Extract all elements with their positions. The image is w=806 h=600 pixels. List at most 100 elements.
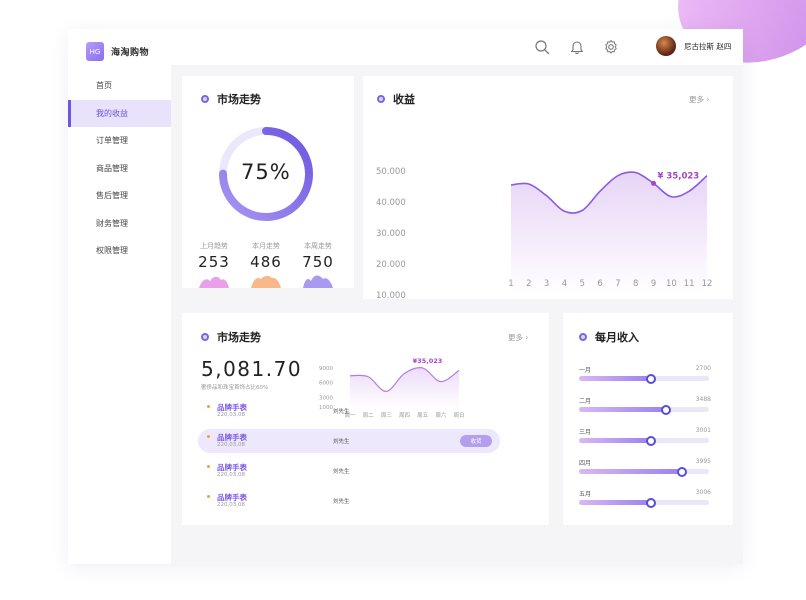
month-row-jan: 一月 2700 [579,365,711,387]
month-value: 3995 [695,458,711,465]
order-date: 220,03,08 [217,442,245,448]
x-tick-label: 8 [633,279,638,289]
sidebar-item-orders[interactable]: 订单管理 [68,127,171,154]
card-title-text: 市场走势 [217,93,261,106]
month-row-feb: 二月 3488 [579,396,711,418]
month-label: 四月 [579,460,592,467]
highlight-point[interactable] [651,180,657,186]
month-slider-track[interactable] [579,497,709,508]
sidebar-item-my-income[interactable]: 我的收益 [68,99,171,127]
month-slider-track[interactable] [579,404,709,415]
month-slider-handle[interactable] [645,373,656,384]
x-tick-label: 9 [651,279,656,289]
highlight-value-label: ¥35,023 [413,357,443,365]
month-slider-fill [579,407,667,412]
month-slider-handle[interactable] [676,466,687,477]
month-slider-handle[interactable] [661,404,672,415]
order-date: 220,03,08 [217,502,245,508]
stat-label: 上月趋势 [200,242,228,250]
sidebar: HG 海淘购物 首页 我的收益 订单管理 商品管理 售后管理 财务管理 权限管理 [68,29,171,564]
order-date: 220,03,08 [217,412,245,418]
y-tick-label: 10.000 [376,291,406,299]
month-slider-fill [579,469,682,474]
month-label: 一月 [579,367,592,374]
sidebar-item-finance[interactable]: 财务管理 [68,210,171,237]
user-profile[interactable]: 尼古拉斯 赵四 [656,36,731,56]
search-icon[interactable] [534,39,550,55]
stat-last-month: 上月趋势 253 [194,241,234,271]
receive-button[interactable]: 收货 [460,435,492,447]
title-dot-icon [579,333,587,341]
month-row-apr: 四月 3995 [579,458,711,480]
avatar[interactable] [656,36,676,56]
order-bullet-icon [207,495,210,498]
y-tick-label: 30.000 [376,229,406,239]
order-row[interactable]: 品牌手表 220,03,08 刘先生 [198,399,500,423]
stat-value: 750 [302,253,334,271]
sidebar-item-home[interactable]: 首页 [68,72,171,99]
month-value: 3006 [695,489,711,496]
stat-label: 本周走势 [304,242,332,250]
month-slider-fill [579,500,651,505]
bell-icon[interactable] [569,39,585,55]
month-slider-fill [579,438,651,443]
y-tick-label: 40.000 [376,198,406,208]
month-slider-track[interactable] [579,466,709,477]
y-tick-label: 50.000 [376,167,406,177]
order-buyer: 刘先生 [333,469,350,475]
sidebar-item-products[interactable]: 商品管理 [68,155,171,182]
x-tick-label: 2 [526,279,531,289]
order-row[interactable]: 品牌手表 220,03,08 刘先生 [198,459,500,483]
gear-icon[interactable] [603,39,619,55]
month-row-mar: 三月 3001 [579,427,711,449]
stat-value: 253 [198,253,230,271]
month-slider-track[interactable] [579,373,709,384]
order-bullet-icon [207,405,210,408]
y-tick-label: 20.000 [376,260,406,270]
stat-wave-this-month [251,275,281,288]
stat-this-month: 本月走势 486 [246,241,286,271]
x-tick-label: 1 [508,279,513,289]
y-tick-label: 9000 [319,366,333,372]
market-trend-title: 市场走势 [201,91,261,107]
card-title-text: 每月收入 [595,331,639,344]
x-tick-label: 5 [580,279,585,289]
title-dot-icon [201,95,209,103]
month-label: 三月 [579,429,592,436]
top-bar: 尼古拉斯 赵四 [171,29,743,65]
monthly-income-card: 每月收入 一月 2700 二月 3488 三月 3001 四月 3995 五月 … [563,313,733,525]
x-tick-label: 10 [666,279,677,289]
x-tick-label: 12 [702,279,713,289]
sidebar-nav: 首页 我的收益 订单管理 商品管理 售后管理 财务管理 权限管理 [68,72,171,265]
sidebar-item-after-sales[interactable]: 售后管理 [68,182,171,209]
order-row[interactable]: 品牌手表 220,03,08 刘先生 [198,489,500,513]
month-value: 3001 [695,427,711,434]
user-name: 尼古拉斯 赵四 [684,41,732,51]
stat-wave-this-week [303,275,333,288]
income-line-chart: 50.00040.00030.00020.00010.0001 2 3 4 5 6 7 8 9 1… [376,167,713,299]
order-row[interactable]: 品牌手表 220,03,08 刘先生 收货 [198,429,500,453]
month-slider-track[interactable] [579,435,709,446]
month-slider-handle[interactable] [645,435,656,446]
market-trend-card: 市场走势 75% 上月趋势 253 本月走势 486 本周走势 750 [182,76,354,288]
app-logo[interactable]: HG 海淘购物 [86,42,149,61]
income-card: 收益 更多 › 50.000 40.000 30.000 20.000 10.000 1 2… [363,76,733,299]
month-slider-fill [579,376,651,381]
order-buyer: 刘先生 [333,499,350,505]
stat-value: 486 [250,253,282,271]
month-label: 二月 [579,398,592,405]
x-tick-label: 11 [684,279,695,289]
stat-label: 本月走势 [252,242,280,250]
logo-text: 海淘购物 [111,48,150,58]
order-buyer: 刘先生 [333,439,350,445]
stat-wave-last-month [199,276,229,288]
stat-this-week: 本周走势 750 [298,241,338,271]
order-buyer: 刘先生 [333,409,350,415]
month-label: 五月 [579,491,592,498]
month-slider-handle[interactable] [645,497,656,508]
x-tick-label: 3 [544,279,549,289]
month-value: 2700 [695,365,711,372]
sidebar-item-permissions[interactable]: 权限管理 [68,237,171,264]
logo-badge: HG [86,42,104,61]
month-row-may: 五月 3006 [579,489,711,511]
